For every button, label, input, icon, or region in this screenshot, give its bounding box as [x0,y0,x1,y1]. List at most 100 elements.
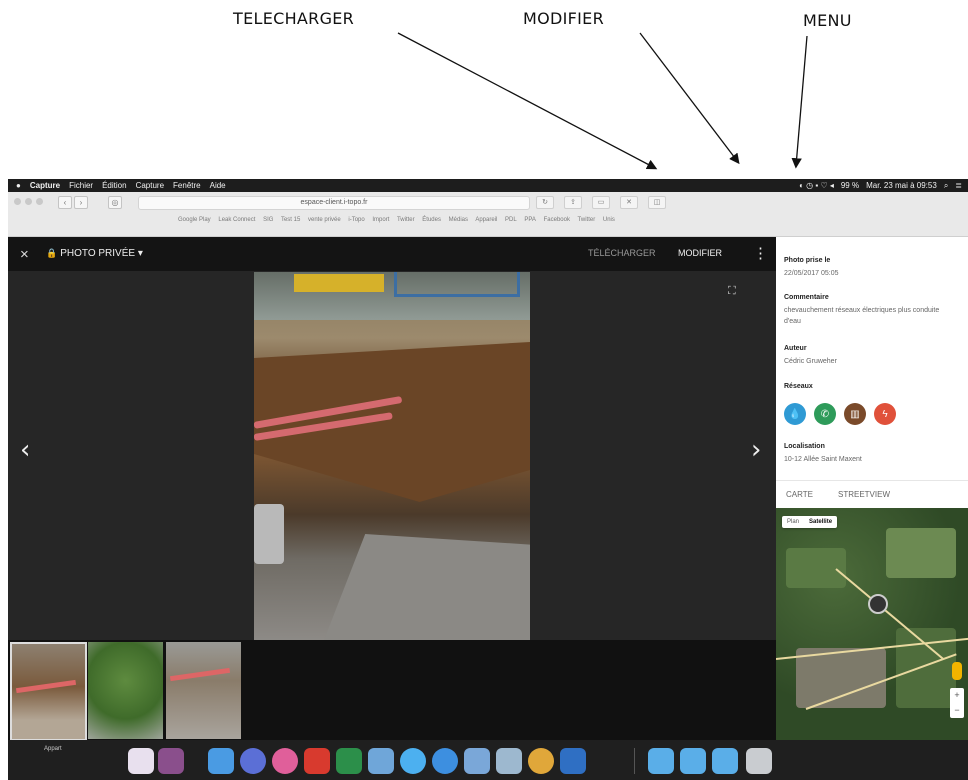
bookmark-item[interactable]: Médias [449,217,468,223]
status-icons[interactable]: ◐ ◷ ▪ ♡ ◂ [799,181,834,190]
bookmark-item[interactable]: Import [372,217,389,223]
thumbnail-photo[interactable] [10,642,87,741]
map-type-control[interactable]: Plan Satellite [782,516,838,528]
word-icon[interactable] [560,748,586,774]
network-badges: 💧 ✆ ▥ ϟ [784,403,896,425]
thumbnail-photo[interactable] [88,642,163,739]
menu-app-name[interactable]: Capture [30,181,60,190]
menu-fichier[interactable]: Fichier [69,181,93,190]
spotlight-icon[interactable]: ⌕ [944,181,948,191]
bookmark-item[interactable]: vente privée [308,217,341,223]
trash-icon[interactable] [746,748,772,774]
photo-info-panel: Photo prise le 22/05/2017 05:05 Commenta… [776,237,968,508]
share-icon[interactable]: ⇪ [564,196,582,209]
mail-icon[interactable] [464,748,490,774]
pdf-app-icon[interactable] [304,748,330,774]
finder-icon[interactable] [208,748,234,774]
zoom-out-button[interactable]: − [950,703,964,718]
author-label: Auteur [784,345,807,352]
map-type-satellite[interactable]: Satellite [804,516,837,528]
tab-streetview[interactable]: STREETVIEW [838,490,890,499]
author-value: Cédric Gruweher [784,358,837,365]
messages-icon[interactable] [400,748,426,774]
taken-value: 22/05/2017 05:05 [784,270,839,277]
itunes-icon[interactable] [272,748,298,774]
bookmark-item[interactable]: Appareil [475,217,497,223]
location-pin-icon[interactable] [868,594,888,614]
mac-dock: Appart [8,740,968,780]
menu-edition[interactable]: Édition [102,181,126,190]
folder-icon[interactable] [648,748,674,774]
bookmark-item[interactable]: Unis [603,217,615,223]
more-menu-icon[interactable]: ⋮ [753,244,768,262]
folder-icon[interactable] [680,748,706,774]
bookmark-item[interactable]: Twitter [578,217,596,223]
pegman-icon[interactable] [952,662,962,680]
bookmark-item[interactable]: PDL [505,217,517,223]
water-icon[interactable]: 💧 [784,403,806,425]
zoom-control[interactable]: + − [950,688,964,718]
arrow-telecharger [397,32,658,170]
networks-label: Réseaux [784,383,813,390]
privacy-label: PHOTO PRIVÉE [60,248,136,259]
photo-viewer: × 🔒 PHOTO PRIVÉE ▾ TÉLÉCHARGER MODIFIER ⋮… [8,237,776,741]
previous-photo-button[interactable]: ‹ [20,435,30,465]
forward-button[interactable]: › [74,196,88,209]
mac-menu-bar: ● Capture Fichier Édition Capture Fenêtr… [8,179,968,192]
bookmark-item[interactable]: Facebook [544,217,570,223]
document-icon[interactable] [128,748,154,774]
close-icon[interactable]: × [20,246,29,263]
reload-button[interactable]: ↻ [536,196,554,209]
menu-aide[interactable]: Aide [210,181,226,190]
chrome-icon[interactable] [528,748,554,774]
folder-icon[interactable] [712,748,738,774]
bookmark-item[interactable]: Twitter [397,217,415,223]
tab-carte[interactable]: CARTE [786,490,813,499]
window-controls[interactable] [14,198,43,205]
comment-label: Commentaire [784,294,829,301]
bookmark-item[interactable]: i-Topo [348,217,364,223]
location-value: 10-12 Allée Saint Maxent [784,456,862,463]
next-photo-button[interactable]: › [751,435,761,465]
preview-icon[interactable] [368,748,394,774]
menubar-clock[interactable]: Mar. 23 mai à 09:53 [866,181,937,190]
bookmark-item[interactable]: SIG [263,217,273,223]
bookmark-item[interactable]: Leak Connect [218,217,255,223]
excel-icon[interactable] [336,748,362,774]
shield-icon[interactable]: ◎ [108,196,122,209]
dock-label: Appart [44,746,62,752]
document-icon[interactable] [158,748,184,774]
apple-icon[interactable]: ● [16,181,21,190]
notification-center-icon[interactable]: ≣ [955,181,962,190]
thumbnail-strip [8,640,776,741]
bookmark-item[interactable]: Études [422,217,441,223]
sidebar-icon[interactable]: ◫ [648,196,666,209]
comment-value: chevauchement réseaux électriques plus c… [784,307,940,325]
taken-label: Photo prise le [784,257,831,264]
privacy-dropdown[interactable]: 🔒 PHOTO PRIVÉE ▾ [46,248,143,259]
bookmark-item[interactable]: Google Play [178,217,211,223]
battery-status[interactable]: 99 % [841,181,859,190]
url-bar[interactable]: espace-client.i-topo.fr [138,196,530,210]
electric-icon[interactable]: ϟ [874,403,896,425]
map-type-plan[interactable]: Plan [782,516,804,528]
bookmark-item[interactable]: PPA [524,217,536,223]
safari-icon[interactable] [432,748,458,774]
photos-icon[interactable] [496,748,522,774]
back-button[interactable]: ‹ [58,196,72,209]
fullscreen-icon[interactable]: ⛶ [728,285,736,298]
edit-button[interactable]: MODIFIER [678,248,722,258]
menu-capture[interactable]: Capture [136,181,164,190]
arrow-modifier [639,32,740,165]
phone-icon[interactable]: ✆ [814,403,836,425]
extension-icon[interactable]: ✕ [620,196,638,209]
menu-fenetre[interactable]: Fenêtre [173,181,201,190]
satellite-map[interactable]: Plan Satellite + − [776,508,968,740]
siri-icon[interactable] [240,748,266,774]
thumbnail-photo[interactable] [166,642,241,739]
bookmark-item[interactable]: Test 15 [281,217,300,223]
sewer-icon[interactable]: ▥ [844,403,866,425]
zoom-in-button[interactable]: + [950,688,964,703]
tabs-icon[interactable]: ▭ [592,196,610,209]
download-button[interactable]: TÉLÉCHARGER [588,248,656,258]
